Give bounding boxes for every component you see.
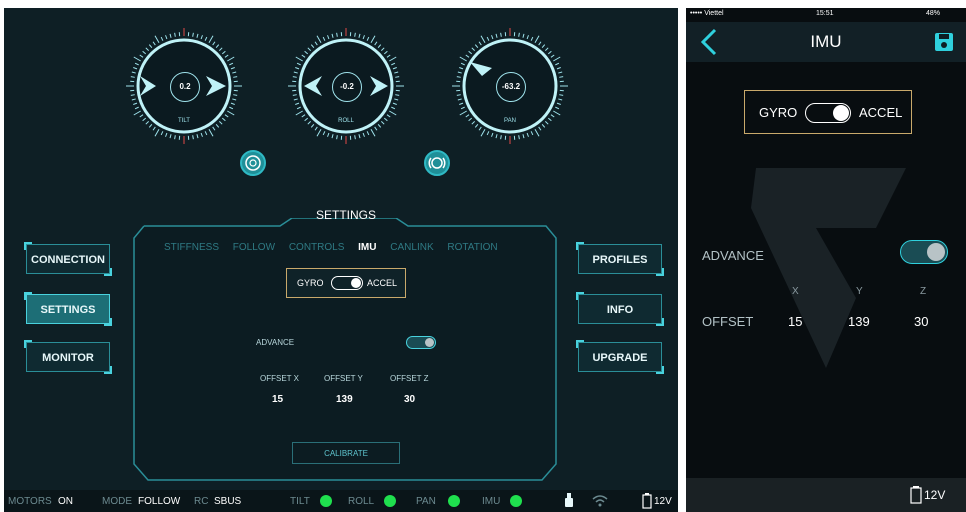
mobile-page-title: IMU <box>810 32 842 51</box>
wifi-icon <box>592 495 608 507</box>
aperture-button[interactable] <box>240 150 266 176</box>
settings-title: SETTINGS <box>315 208 376 222</box>
axis-x-label: X <box>792 286 799 297</box>
imu-status-label: IMU <box>482 496 501 507</box>
battery-icon <box>642 493 652 509</box>
desktop-app-panel: 0.2 TILT -0.2 ROLL -63.2 PAN SETTINGS ST… <box>4 8 678 512</box>
info-button[interactable]: INFO <box>576 292 664 326</box>
mobile-app-panel: ••••• Viettel 15:51 48% IMU GYRO ACCEL A… <box>686 8 966 512</box>
axis-z-label: Z <box>920 286 927 297</box>
pan-dial: -63.2 PAN <box>448 24 572 148</box>
tilt-dial: 0.2 TILT <box>122 24 246 148</box>
status-bar: MOTORS ON MODE FOLLOW RC SBUS TILT ROLL … <box>4 490 678 512</box>
motors-value: ON <box>58 496 73 507</box>
advance-label: ADVANCE <box>256 338 295 347</box>
mode-label: MODE <box>102 496 132 507</box>
roll-dial: -0.2 ROLL <box>284 24 408 148</box>
mobile-offset-z: 30 <box>914 314 929 329</box>
save-icon[interactable] <box>934 32 954 52</box>
recenter-button[interactable] <box>424 150 450 176</box>
calibrate-button[interactable]: CALIBRATE <box>292 442 400 464</box>
mobile-battery-icon <box>910 486 922 504</box>
tilt-caption: TILT <box>178 118 190 124</box>
mobile-advance-toggle[interactable] <box>900 240 948 264</box>
roll-value: -0.2 <box>332 72 362 102</box>
recenter-icon <box>428 157 446 169</box>
mobile-voltage-label: 12V <box>924 488 946 502</box>
tab-canlink[interactable]: CANLINK <box>390 242 433 253</box>
profiles-button[interactable]: PROFILES <box>576 242 664 276</box>
tab-imu[interactable]: IMU <box>358 242 376 253</box>
tab-rotation[interactable]: ROTATION <box>447 242 497 253</box>
mobile-gyro-accel-box: GYRO ACCEL <box>744 90 912 134</box>
pan-caption: PAN <box>504 118 516 124</box>
offset-z-value: 30 <box>404 394 416 405</box>
mobile-gyro-accel-toggle[interactable] <box>805 103 851 123</box>
advance-toggle[interactable] <box>406 336 436 349</box>
voltage-label: 12V <box>654 496 672 507</box>
mobile-watermark-logo <box>751 168 906 368</box>
offset-z-label: OFFSET Z <box>390 374 429 383</box>
usb-icon <box>565 493 573 507</box>
carrier-label: ••••• Viettel <box>690 10 724 17</box>
settings-button[interactable]: SETTINGS <box>24 292 112 326</box>
mobile-advance-label: ADVANCE <box>702 248 764 263</box>
roll-status-dot <box>384 495 396 507</box>
roll-status-label: ROLL <box>348 496 375 507</box>
tab-follow[interactable]: FOLLOW <box>233 242 275 253</box>
gyro-accel-box: GYRO ACCEL <box>286 268 406 298</box>
gyro-label: GYRO <box>297 278 324 288</box>
pan-value: -63.2 <box>496 72 526 102</box>
gyro-accel-toggle[interactable] <box>331 276 363 290</box>
tilt-value: 0.2 <box>170 72 200 102</box>
ios-status-bar: ••••• Viettel 15:51 48% <box>686 8 966 22</box>
battery-percent: 48% <box>926 10 941 17</box>
monitor-button[interactable]: MONITOR <box>24 340 112 374</box>
upgrade-button[interactable]: UPGRADE <box>576 340 664 374</box>
accel-label: ACCEL <box>367 278 398 288</box>
tilt-status-dot <box>320 495 332 507</box>
mobile-gyro-label: GYRO <box>759 105 798 120</box>
roll-caption: ROLL <box>338 118 354 124</box>
mode-value: FOLLOW <box>138 496 181 507</box>
rc-value: SBUS <box>214 496 242 507</box>
tilt-status-label: TILT <box>290 496 310 507</box>
motors-label: MOTORS <box>8 496 52 507</box>
offset-y-value: 139 <box>336 394 353 405</box>
clock-label: 15:51 <box>816 10 834 17</box>
mobile-offset-x: 15 <box>788 314 803 329</box>
axis-y-label: Y <box>856 286 863 297</box>
offset-x-label: OFFSET X <box>260 374 299 383</box>
aperture-icon <box>245 155 261 171</box>
tab-controls[interactable]: CONTROLS <box>289 242 345 253</box>
offset-y-label: OFFSET Y <box>324 374 363 383</box>
imu-status-dot <box>510 495 522 507</box>
mobile-accel-label: ACCEL <box>859 105 903 120</box>
pan-status-dot <box>448 495 460 507</box>
mobile-offset-label: OFFSET <box>702 314 754 329</box>
offset-x-value: 15 <box>272 394 284 405</box>
tab-stiffness[interactable]: STIFFNESS <box>164 242 219 253</box>
pan-status-label: PAN <box>416 496 436 507</box>
mobile-footer: 12V <box>686 478 966 512</box>
mobile-offset-y: 139 <box>848 314 870 329</box>
rc-label: RC <box>194 496 209 507</box>
settings-tabs: STIFFNESS FOLLOW CONTROLS IMU CANLINK RO… <box>164 242 509 253</box>
connection-button[interactable]: CONNECTION <box>24 242 112 276</box>
